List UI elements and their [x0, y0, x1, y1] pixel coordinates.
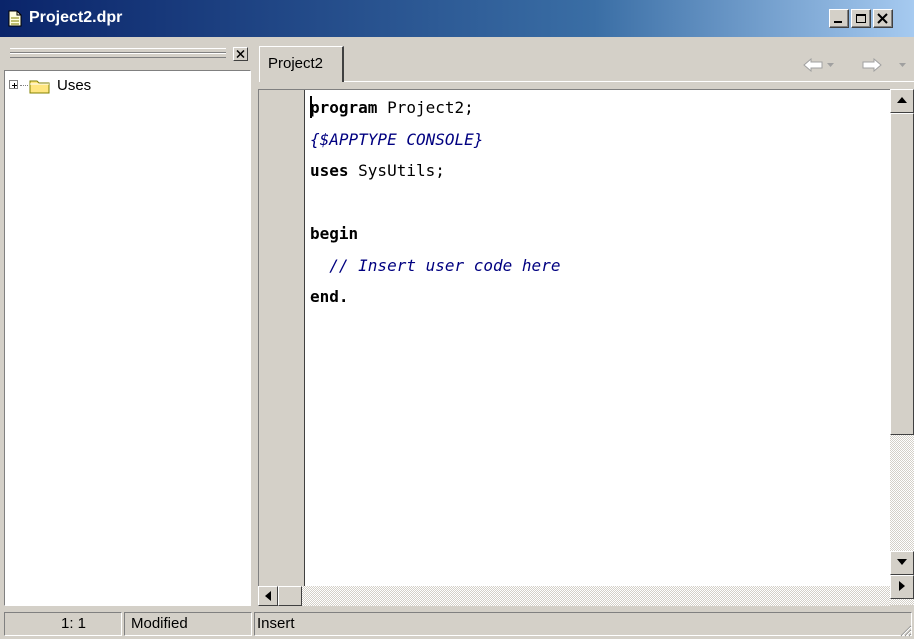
code-token: // Insert user code here	[310, 255, 561, 275]
status-mode-panel: Insert	[254, 612, 912, 636]
minimize-button[interactable]	[829, 9, 849, 28]
editor-gutter[interactable]	[259, 90, 305, 586]
scroll-left-button[interactable]	[258, 586, 278, 606]
horizontal-scrollbar[interactable]	[258, 586, 890, 606]
code-line: begin	[310, 218, 560, 250]
vertical-scrollbar[interactable]	[890, 89, 914, 605]
plus-icon	[12, 83, 17, 88]
code-line: // Insert user code here	[310, 250, 560, 282]
maximize-icon	[856, 14, 866, 23]
tree-expand-button[interactable]	[9, 80, 18, 89]
status-modified-panel: Modified	[124, 612, 252, 636]
vertical-scroll-thumb[interactable]	[890, 113, 914, 435]
close-icon	[236, 50, 245, 58]
close-icon	[877, 13, 888, 24]
project-tree-view[interactable]: Uses	[4, 70, 251, 606]
code-text: program Project2; {$APPTYPE CONSOLE} uses …	[310, 92, 560, 313]
code-token: {$APPTYPE CONSOLE}	[310, 129, 484, 149]
back-dropdown-icon[interactable]	[827, 63, 835, 68]
code-token: begin	[310, 224, 359, 243]
code-line: program Project2;	[310, 92, 560, 124]
back-arrow-icon[interactable]	[803, 58, 823, 72]
tree-item-label: Uses	[57, 77, 92, 94]
minimize-icon	[834, 21, 842, 23]
code-token: uses	[310, 161, 349, 180]
arrow-down-icon	[897, 559, 907, 565]
close-button[interactable]	[873, 9, 893, 28]
code-line: uses SysUtils;	[310, 155, 560, 187]
tree-pane-grip[interactable]	[0, 40, 252, 70]
code-line: {$APPTYPE CONSOLE}	[310, 124, 560, 156]
code-token: SysUtils;	[348, 161, 445, 180]
arrow-up-icon	[897, 97, 907, 103]
status-bar: 1: 1 Modified Insert	[0, 606, 914, 639]
maximize-button[interactable]	[851, 9, 871, 28]
tab-project2[interactable]: Project2	[259, 46, 344, 82]
code-editor[interactable]: program Project2; {$APPTYPE CONSOLE} uses …	[258, 89, 890, 586]
arrow-right-icon	[899, 581, 905, 591]
scroll-up-button[interactable]	[890, 89, 914, 113]
text-caret	[310, 96, 312, 118]
forward-arrow-icon[interactable]	[862, 58, 882, 72]
folder-icon	[29, 80, 50, 94]
tab-label: Project2	[268, 55, 324, 72]
status-position-panel: 1: 1	[4, 612, 122, 636]
code-token: program	[310, 98, 378, 117]
horizontal-scroll-thumb[interactable]	[278, 586, 302, 606]
modified-indicator: Modified	[131, 615, 188, 632]
window-title: Project2.dpr	[29, 9, 123, 26]
resize-grip-icon[interactable]	[898, 623, 912, 637]
code-line: end.	[310, 281, 560, 313]
code-token: end.	[310, 287, 349, 306]
forward-dropdown-icon[interactable]	[899, 63, 907, 68]
title-bar[interactable]: Project2.dpr	[0, 0, 914, 37]
code-editor-window: Project2.dpr Uses Project2 program Proje…	[0, 0, 914, 639]
code-token: Project2;	[377, 98, 474, 117]
scroll-right-button[interactable]	[890, 575, 914, 599]
arrow-left-icon	[265, 591, 271, 601]
scroll-down-button[interactable]	[890, 551, 914, 575]
pane-splitter[interactable]	[252, 40, 257, 606]
tab-baseline	[344, 81, 914, 82]
document-icon	[8, 10, 22, 27]
tree-pane-close-button[interactable]	[233, 47, 248, 61]
cursor-position: 1: 1	[61, 615, 87, 632]
grip-line	[10, 53, 226, 58]
insert-mode-indicator: Insert	[257, 615, 295, 632]
tree-connector	[20, 85, 28, 86]
